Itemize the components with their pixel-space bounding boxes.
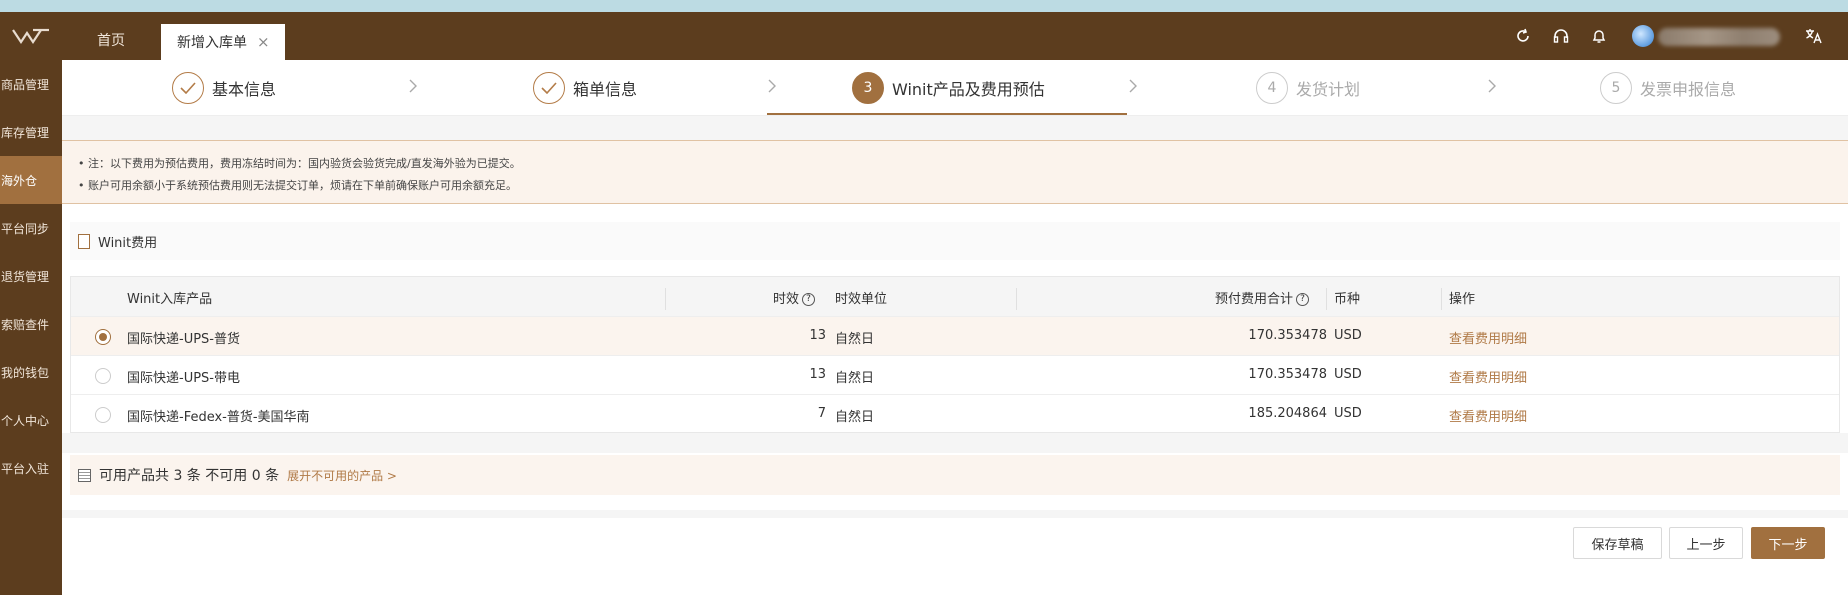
check-icon (533, 72, 565, 104)
document-icon (78, 233, 90, 249)
availability-summary: 可用产品共 3 条 不可用 0 条 (99, 468, 280, 484)
winit-product-table: Winit入库产品 时效? 时效单位 预付费用合计? 币种 操作 国际快递-UP… (70, 276, 1840, 433)
header-timeliness: 时效? (773, 288, 816, 307)
next-step-button[interactable]: 下一步 (1751, 527, 1825, 559)
notice-line: • 账户可用余额小于系统预估费用则无法提交订单，烦请在下单前确保账户可用余额充足… (78, 179, 517, 192)
product-radio[interactable] (95, 329, 111, 345)
column-divider (665, 288, 666, 310)
fee-notice-banner: • 注：以下费用为预估费用，费用冻结时间为：国内验货会验货完成/直发海外验为已提… (62, 140, 1848, 204)
sidebar-item-personal-center[interactable]: 个人中心 (0, 396, 62, 444)
cell-timeliness: 13 (809, 367, 826, 382)
cell-time-unit: 自然日 (835, 371, 875, 386)
table-row[interactable]: 国际快递-UPS-带电 13 自然日 170.353478 USD 查看费用明细 (71, 355, 1839, 394)
cell-time-unit: 自然日 (835, 410, 875, 425)
section-divider (62, 510, 1848, 518)
cell-prepaid-total: 185.204864 (1248, 406, 1327, 421)
column-divider (1326, 288, 1327, 310)
tab-label: 新增入库单 (177, 35, 247, 51)
chevron-right-icon (1128, 77, 1138, 98)
chevron-right-icon (1487, 77, 1497, 98)
list-icon (78, 468, 91, 482)
headset-icon[interactable] (1551, 26, 1571, 46)
sidebar-item-overseas-warehouse[interactable]: 海外仓 (0, 156, 62, 204)
table-row[interactable]: 国际快递-UPS-普货 13 自然日 170.353478 USD 查看费用明细 (71, 316, 1839, 355)
step-basic-info: 基本信息 (172, 72, 276, 104)
cell-timeliness: 13 (809, 328, 826, 343)
header-time-unit: 时效单位 (835, 292, 888, 307)
expand-unavailable-link[interactable]: 展开不可用的产品 > (287, 467, 397, 484)
table-header: Winit入库产品 时效? 时效单位 预付费用合计? 币种 操作 (71, 277, 1839, 316)
cell-currency: USD (1334, 367, 1362, 382)
chevron-right-icon (408, 77, 418, 98)
winit-logo-icon[interactable] (0, 12, 62, 60)
check-icon (172, 72, 204, 104)
previous-step-button[interactable]: 上一步 (1669, 527, 1743, 559)
tab-home[interactable]: 首页 (80, 30, 142, 58)
step-invoice-declaration: 5 发票申报信息 (1600, 72, 1736, 104)
step-indicator: 基本信息 箱单信息 3 Winit产品及费用预估 4 发货计划 5 发票申报信息 (62, 60, 1848, 116)
chevron-right-icon (767, 77, 777, 98)
column-divider (1441, 288, 1442, 310)
active-step-underline (767, 113, 1127, 115)
step-shipping-plan: 4 发货计划 (1256, 72, 1360, 104)
header-timeliness-label: 时效 (773, 292, 800, 307)
step-number: 3 (852, 72, 884, 104)
notice-line: • 注：以下费用为预估费用，费用冻结时间为：国内验货会验货完成/直发海外验为已提… (78, 157, 521, 170)
close-icon[interactable]: × (257, 33, 270, 51)
view-fee-details-link[interactable]: 查看费用明细 (1449, 367, 1527, 386)
section-divider (62, 433, 1848, 453)
column-divider (1016, 288, 1017, 310)
header-product: Winit入库产品 (127, 292, 213, 307)
winit-fee-section-header: Winit费用 (70, 222, 1840, 260)
cell-time-unit: 自然日 (835, 332, 875, 347)
step-label: 发票申报信息 (1640, 80, 1737, 99)
step-label: 箱单信息 (573, 80, 638, 99)
username-blurred[interactable] (1658, 28, 1780, 46)
sidebar-item-my-wallet[interactable]: 我的钱包 (0, 348, 62, 396)
step-label: 基本信息 (212, 80, 277, 99)
step-label: 发货计划 (1296, 80, 1361, 99)
tab-new-inbound-order[interactable]: 新增入库单 × (161, 24, 285, 60)
step-packing-info: 箱单信息 (533, 72, 637, 104)
sidebar-item-product-management[interactable]: 商品管理 (0, 60, 62, 108)
cell-currency: USD (1334, 406, 1362, 421)
sidebar-item-claims-tracking[interactable]: 索赔查件 (0, 300, 62, 348)
availability-summary-bar: 可用产品共 3 条 不可用 0 条 展开不可用的产品 > (70, 455, 1840, 495)
table-row[interactable]: 国际快递-Fedex-普货-美国华南 7 自然日 185.204864 USD … (71, 394, 1839, 433)
help-icon[interactable]: ? (802, 293, 816, 306)
help-icon[interactable]: ? (1296, 293, 1310, 306)
step-number: 4 (1256, 72, 1288, 104)
cell-prepaid-total: 170.353478 (1248, 328, 1327, 343)
step-label: Winit产品及费用预估 (892, 80, 1045, 99)
product-radio[interactable] (95, 407, 111, 423)
sidebar-item-platform-onboarding[interactable]: 平台入驻 (0, 444, 62, 492)
cell-prepaid-total: 170.353478 (1248, 367, 1327, 382)
section-title: Winit费用 (98, 235, 158, 251)
header-action: 操作 (1449, 292, 1476, 307)
translate-icon[interactable] (1804, 26, 1824, 46)
cell-product: 国际快递-UPS-带电 (127, 371, 240, 386)
view-fee-details-link[interactable]: 查看费用明细 (1449, 406, 1527, 425)
step-winit-product-fee-estimate: 3 Winit产品及费用预估 (852, 72, 1045, 104)
header-currency: 币种 (1334, 292, 1361, 307)
step-number: 5 (1600, 72, 1632, 104)
sidebar-item-returns-management[interactable]: 退货管理 (0, 252, 62, 300)
cell-product: 国际快递-UPS-普货 (127, 332, 240, 347)
refresh-icon[interactable] (1513, 26, 1533, 46)
section-divider (62, 116, 1848, 140)
product-radio[interactable] (95, 368, 111, 384)
sidebar-item-inventory-management[interactable]: 库存管理 (0, 108, 62, 156)
header-prepaid-total: 预付费用合计? (1215, 288, 1310, 307)
browser-top-strip (0, 0, 1848, 12)
cell-product: 国际快递-Fedex-普货-美国华南 (127, 410, 310, 425)
bell-icon[interactable] (1589, 26, 1609, 46)
sidebar-item-platform-sync[interactable]: 平台同步 (0, 204, 62, 252)
view-fee-details-link[interactable]: 查看费用明细 (1449, 328, 1527, 347)
cell-currency: USD (1334, 328, 1362, 343)
avatar[interactable] (1632, 25, 1654, 47)
save-draft-button[interactable]: 保存草稿 (1573, 527, 1662, 559)
header-prepaid-total-label: 预付费用合计 (1215, 292, 1294, 307)
cell-timeliness: 7 (817, 406, 826, 421)
